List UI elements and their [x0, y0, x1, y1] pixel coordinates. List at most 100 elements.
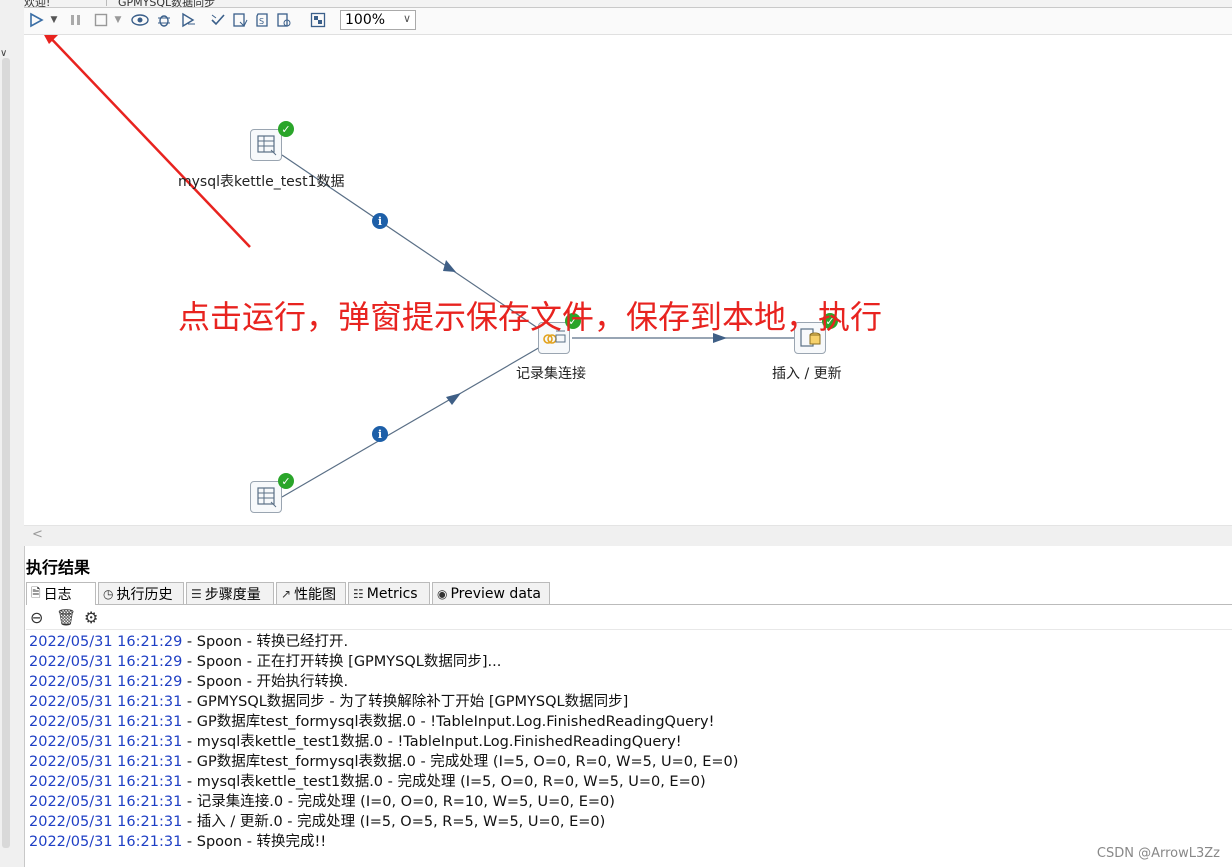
log-message: - GPMYSQL数据同步 - 为了转换解除补丁开始 [GPMYSQL数据同步]: [182, 694, 629, 710]
log-timestamp: 2022/05/31 16:21:31: [29, 834, 183, 850]
log-settings-button[interactable]: ⚙: [84, 608, 98, 627]
log-message: - mysql表kettle_test1数据.0 - 完成处理 (I=5, O=…: [182, 774, 706, 790]
log-message: - GP数据库test_formysql表数据.0 - 完成处理 (I=5, O…: [182, 754, 739, 770]
log-icon: 🗎: [31, 585, 41, 600]
log-message: - Spoon - 转换完成!!: [182, 834, 327, 850]
explore-db-icon: [277, 13, 291, 27]
results-tab-bar: 🗎 日志 ◷ 执行历史 ☰ 步骤度量 ↗ 性能图 ☷ Metrics ◉ Preview d…: [26, 582, 1232, 605]
stop-options-dropdown[interactable]: ▼: [112, 10, 124, 30]
step-label-merge-join: 记录集连接: [516, 366, 586, 382]
log-output[interactable]: 2022/05/31 16:21:29 - Spoon - 转换已经打开. 20…: [26, 629, 1232, 868]
log-line: 2022/05/31 16:21:31 - 记录集连接.0 - 完成处理 (I=…: [29, 790, 615, 811]
log-message: - mysql表kettle_test1数据.0 - !TableInput.L…: [182, 734, 682, 750]
svg-text:S: S: [259, 17, 264, 26]
log-message: - Spoon - 开始执行转换.: [182, 674, 349, 690]
log-line: 2022/05/31 16:21:31 - GP数据库test_formysql…: [29, 710, 714, 731]
debug-button[interactable]: [154, 10, 174, 30]
log-line: 2022/05/31 16:21:29 - Spoon - 开始执行转换.: [29, 670, 348, 691]
log-timestamp: 2022/05/31 16:21:31: [29, 714, 183, 730]
tab-welcome[interactable]: 欢迎!: [24, 0, 107, 8]
log-line: 2022/05/31 16:21:31 - GP数据库test_formysql…: [29, 750, 738, 771]
tab-transformation[interactable]: GPMYSQL数据同步: [110, 0, 223, 7]
annotation-pointer-line: [46, 35, 251, 248]
perf-graph-icon: ↗: [281, 586, 292, 601]
scroll-left-icon[interactable]: <: [32, 527, 43, 542]
step-label-mysql-input: mysql表kettle_test1数据: [178, 174, 345, 190]
explore-db-button[interactable]: [274, 10, 294, 30]
pause-button[interactable]: [68, 10, 84, 30]
table-input-icon: [257, 487, 277, 508]
log-timestamp: 2022/05/31 16:21:31: [29, 774, 183, 790]
log-message: - Spoon - 正在打开转换 [GPMYSQL数据同步]...: [182, 654, 502, 670]
steps-metrics-icon: ☰: [191, 586, 202, 601]
tab-history[interactable]: ◷ 执行历史: [98, 582, 184, 604]
tab-metrics[interactable]: ☷ Metrics: [348, 582, 430, 604]
log-timestamp: 2022/05/31 16:21:29: [29, 674, 183, 690]
clear-log-button[interactable]: ⊖: [30, 608, 43, 627]
impact-button[interactable]: [230, 10, 250, 30]
log-message: - 记录集连接.0 - 完成处理 (I=0, O=0, R=10, W=5, U…: [182, 794, 615, 810]
verify-icon: [211, 14, 225, 26]
tab-step-metrics-label: 步骤度量: [204, 586, 261, 603]
bug-icon: [158, 15, 170, 27]
pause-icon: [71, 15, 80, 25]
tab-perf-graph[interactable]: ↗ 性能图: [276, 582, 346, 604]
transformation-toolbar: ▼ ▼ S 100% ∨: [24, 8, 1232, 35]
tab-metrics-label: Metrics: [366, 585, 418, 602]
tab-perf-graph-label: 性能图: [294, 586, 337, 603]
zoom-select[interactable]: 100% ∨: [340, 10, 416, 30]
sql-script-icon: S: [256, 13, 268, 27]
log-line: 2022/05/31 16:21:29 - Spoon - 转换已经打开.: [29, 630, 348, 651]
log-message: - 插入 / 更新.0 - 完成处理 (I=5, O=5, R=5, W=5, …: [182, 814, 606, 830]
show-results-button[interactable]: [308, 10, 328, 30]
log-timestamp: 2022/05/31 16:21:31: [29, 814, 183, 830]
run-button[interactable]: [26, 10, 46, 30]
verify-button[interactable]: [208, 10, 228, 30]
hop-arrow-1: [443, 260, 456, 272]
hop-line-2[interactable]: [281, 338, 555, 498]
impact-icon: [233, 13, 248, 27]
left-scrollbar[interactable]: [2, 58, 10, 848]
log-line: 2022/05/31 16:21:31 - mysql表kettle_test1…: [29, 730, 682, 751]
chevron-down-icon: ∨: [402, 12, 411, 25]
stop-button[interactable]: [92, 10, 110, 30]
hops-layer: [44, 35, 794, 498]
metrics-icon: ☷: [353, 586, 364, 601]
table-input-icon: [257, 135, 277, 156]
log-timestamp: 2022/05/31 16:21:31: [29, 754, 183, 770]
tab-history-label: 执行历史: [116, 586, 173, 603]
hop-info-icon[interactable]: i: [372, 426, 388, 442]
zoom-value: 100%: [345, 12, 386, 28]
results-panel-title: 执行结果: [26, 558, 91, 577]
sql-button[interactable]: S: [252, 10, 272, 30]
hop-arrow-2: [446, 393, 461, 405]
step-table-input-mysql[interactable]: [250, 129, 282, 161]
replay-button[interactable]: [178, 10, 198, 30]
tab-step-metrics[interactable]: ☰ 步骤度量: [186, 582, 274, 604]
log-timestamp: 2022/05/31 16:21:29: [29, 654, 183, 670]
tab-welcome-label: 欢迎!: [24, 0, 51, 8]
log-line: 2022/05/31 16:21:29 - Spoon - 正在打开转换 [GP…: [29, 650, 501, 671]
history-icon: ◷: [103, 586, 114, 601]
canvas-horizontal-scrollbar[interactable]: <: [24, 525, 1232, 546]
delete-log-button[interactable]: 🗑: [56, 608, 76, 627]
run-options-dropdown[interactable]: ▼: [48, 10, 60, 30]
tab-preview-data[interactable]: ◉ Preview data: [432, 582, 550, 604]
tab-log[interactable]: 🗎 日志: [26, 582, 96, 605]
log-line: 2022/05/31 16:21:31 - 插入 / 更新.0 - 完成处理 (…: [29, 810, 605, 831]
transformation-canvas[interactable]: ✓ mysql表kettle_test1数据 i i ✓ 记录集连接 ✓ 插入 …: [24, 35, 1232, 525]
hop-info-icon[interactable]: i: [372, 213, 388, 229]
step-label-insert-update: 插入 / 更新: [772, 366, 842, 382]
preview-button[interactable]: [130, 10, 150, 30]
eye-icon: [131, 14, 149, 26]
annotation-text: 点击运行，弹窗提示保存文件，保存到本地，执行: [178, 298, 883, 336]
eye-icon: ◉: [437, 586, 448, 601]
results-panel-icon: [310, 12, 326, 28]
stop-icon: [94, 13, 108, 27]
success-check-icon: ✓: [278, 473, 294, 489]
step-table-input-gp[interactable]: [250, 481, 282, 513]
log-timestamp: 2022/05/31 16:21:31: [29, 734, 183, 750]
log-line: 2022/05/31 16:21:31 - Spoon - 转换完成!!: [29, 830, 326, 851]
editor-tab-bar: 欢迎! GPMYSQL数据同步: [24, 0, 1232, 8]
watermark: CSDN @ArrowL3Zz: [1096, 846, 1220, 861]
